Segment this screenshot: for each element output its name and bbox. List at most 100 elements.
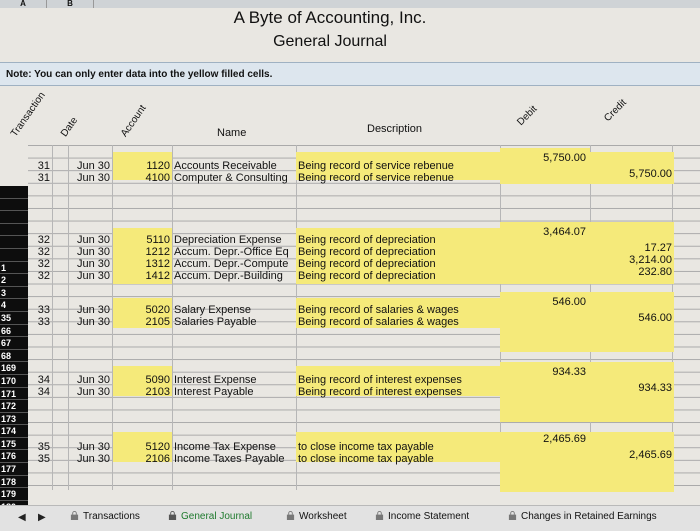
row-number[interactable]: 179 (0, 488, 28, 501)
scroll-right-icon[interactable]: ▶ (38, 512, 46, 523)
tab-label: Changes in Retained Earnings (521, 511, 657, 522)
company-title: A Byte of Accounting, Inc. (233, 8, 427, 27)
credit-amount: 546.00 (638, 312, 672, 324)
entry-description: Being record of interest expenses (298, 374, 462, 386)
entry-date: Jun 30 (76, 453, 110, 465)
entry-description: Being record of depreciation (298, 234, 436, 246)
transaction-number: 32 (37, 234, 50, 246)
row-number[interactable]: 4 (0, 299, 28, 312)
entry-date: Jun 30 (76, 316, 110, 328)
header-credit: Credit (602, 97, 629, 124)
note-banner: Note: You can only enter data into the y… (0, 62, 700, 86)
account-name: Income Tax Expense (174, 441, 276, 453)
transaction-number: 31 (37, 160, 50, 172)
tab-worksheet[interactable]: Worksheet (286, 511, 347, 522)
row-number[interactable]: 3 (0, 287, 28, 300)
account-name: Accounts Receivable (174, 160, 277, 172)
entry-description: Being record of salaries & wages (298, 304, 459, 316)
account-number: 5020 (145, 304, 170, 316)
account-number: 1120 (146, 160, 170, 172)
yellow-input-credit[interactable] (590, 432, 674, 492)
credit-amount: 3,214.00 (629, 254, 672, 266)
account-number: 1312 (145, 258, 170, 270)
account-name: Accum. Depr.-Compute (174, 258, 289, 270)
entry-date: Jun 30 (76, 270, 110, 282)
tab-label: Transactions (83, 511, 140, 522)
row-number[interactable] (0, 199, 28, 212)
transaction-number: 33 (37, 316, 50, 328)
row-number[interactable] (0, 249, 28, 262)
header-date: Date (58, 115, 81, 139)
entry-description: Being record of depreciation (298, 246, 436, 258)
header-debit: Debit (515, 103, 540, 128)
credit-amount: 17.27 (644, 242, 672, 254)
account-name: Interest Payable (174, 386, 254, 398)
row-number[interactable]: 68 (0, 350, 28, 363)
yellow-input-debit[interactable] (500, 162, 590, 184)
row-number[interactable]: 172 (0, 400, 28, 413)
lock-icon (168, 511, 177, 520)
tab-changes-in-retained-earnings[interactable]: Changes in Retained Earnings (508, 511, 657, 522)
entry-date: Jun 30 (76, 172, 110, 184)
lock-icon (375, 511, 384, 520)
row-number[interactable]: 35 (0, 312, 28, 325)
entry-date: Jun 30 (76, 258, 110, 270)
row-number[interactable]: 175 (0, 438, 28, 451)
row-number[interactable]: 176 (0, 450, 28, 464)
entry-description: Being record of depreciation (298, 270, 436, 282)
row-number[interactable]: 173 (0, 413, 28, 426)
entry-date: Jun 30 (76, 304, 110, 316)
credit-amount: 2,465.69 (629, 449, 672, 461)
transaction-number: 31 (37, 172, 50, 184)
entry-date: Jun 30 (76, 441, 110, 453)
row-number[interactable]: 1 (0, 262, 28, 275)
journal-title: General Journal (273, 33, 387, 50)
transaction-number: 32 (37, 246, 50, 258)
account-name: Accum. Depr.-Office Eq (174, 246, 289, 258)
account-name: Depreciation Expense (174, 234, 282, 246)
tab-label: General Journal (181, 511, 253, 522)
credit-amount: 5,750.00 (629, 168, 672, 180)
account-number: 5090 (145, 374, 170, 386)
entry-description: Being record of service rebenue (298, 172, 454, 184)
column-header-a[interactable]: A (0, 0, 47, 8)
row-number[interactable]: 67 (0, 337, 28, 350)
lock-icon (286, 511, 295, 520)
transaction-number: 35 (37, 453, 50, 465)
tab-income-statement[interactable]: Income Statement (375, 511, 469, 522)
row-number[interactable] (0, 211, 28, 224)
transaction-number: 34 (37, 374, 50, 386)
tab-transactions[interactable]: Transactions (70, 511, 140, 522)
row-number[interactable] (0, 224, 28, 237)
row-number[interactable]: 177 (0, 463, 28, 476)
row-number[interactable]: 169 (0, 362, 28, 375)
debit-amount: 2,465.69 (543, 433, 586, 445)
account-number: 2103 (145, 386, 170, 398)
account-number: 2106 (145, 453, 170, 465)
tab-general-journal[interactable]: General Journal (168, 511, 252, 522)
row-number[interactable] (0, 236, 28, 249)
row-number[interactable]: 66 (0, 325, 28, 338)
column-header-strip (0, 0, 700, 8)
tab-label: Income Statement (388, 511, 470, 522)
row-number-column: 1 2 3 4 35 66 67 68 169 170 171 172 173 174 175 176 177 1… (0, 186, 28, 514)
row-number[interactable] (0, 186, 28, 199)
lock-icon (70, 511, 79, 520)
transaction-number: 33 (37, 304, 50, 316)
credit-amount: 232.80 (638, 266, 672, 278)
column-header-b[interactable]: B (47, 0, 94, 8)
row-number[interactable]: 170 (0, 375, 28, 388)
transaction-number: 34 (37, 386, 50, 398)
account-name: Salary Expense (174, 304, 252, 316)
entry-date: Jun 30 (76, 234, 110, 246)
entry-date: Jun 30 (76, 374, 110, 386)
row-number[interactable]: 171 (0, 388, 28, 401)
row-number[interactable]: 174 (0, 425, 28, 438)
row-number[interactable]: 178 (0, 476, 28, 489)
grid-line (52, 145, 53, 490)
entry-description: Being record of interest expenses (298, 386, 462, 398)
account-name: Salaries Payable (174, 316, 257, 328)
account-number: 1212 (145, 246, 170, 258)
row-number[interactable]: 2 (0, 274, 28, 287)
scroll-left-icon[interactable]: ◀ (18, 512, 26, 523)
